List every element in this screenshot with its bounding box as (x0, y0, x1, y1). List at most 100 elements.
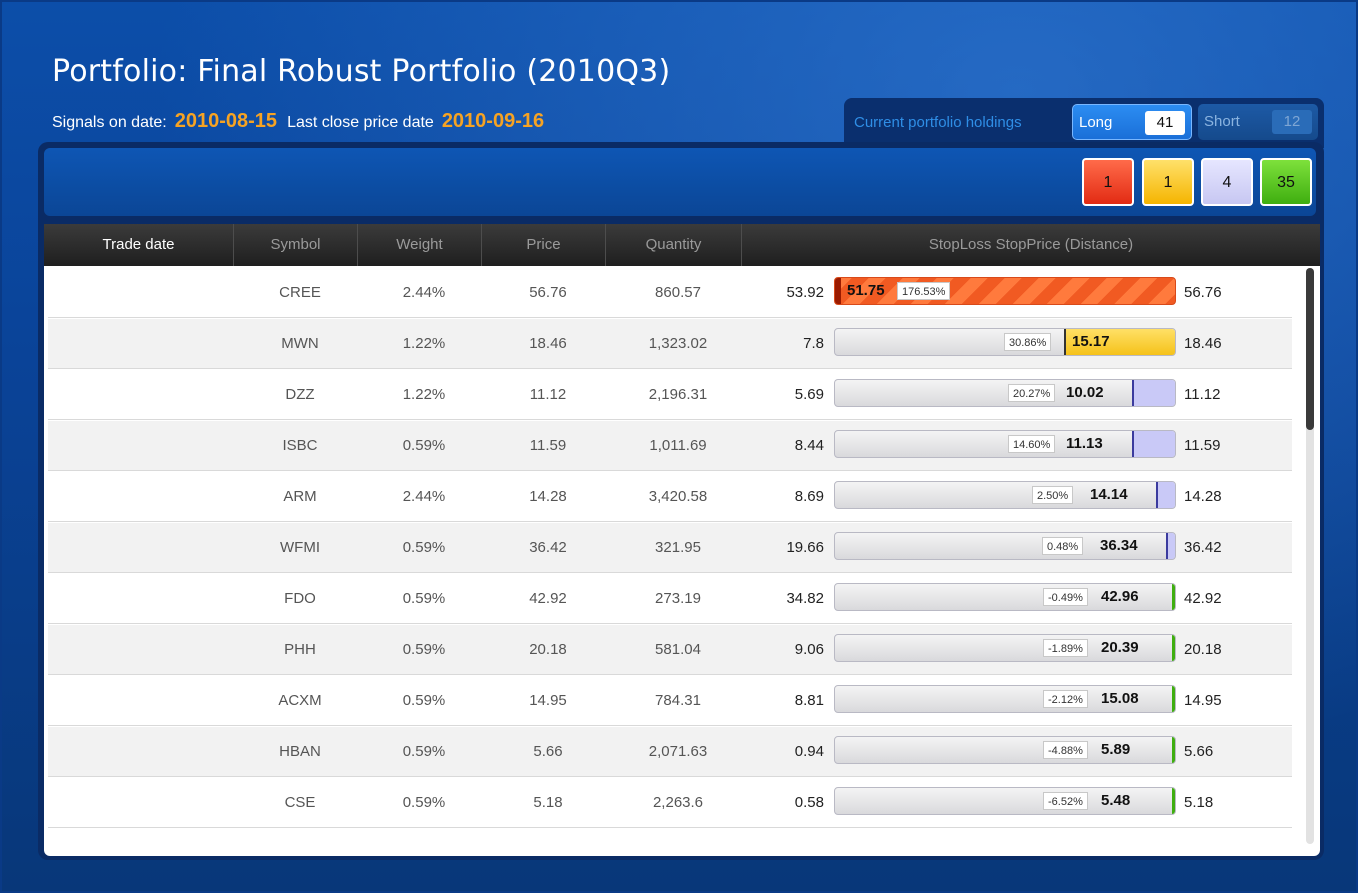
symbol-cell: ACXM (278, 692, 322, 709)
column-header-trade-date[interactable]: Trade date (44, 224, 234, 266)
column-header-stoploss[interactable]: StopLoss StopPrice (Distance) (742, 224, 1320, 266)
price-cell: 20.18 (529, 641, 567, 658)
price-cell: 14.95 (529, 692, 567, 709)
current-price-cell: 20.18 (1184, 641, 1222, 658)
last-close-date: 2010-09-16 (441, 110, 545, 132)
distance-percent: 30.86% (1004, 333, 1052, 351)
stop-fill (1172, 635, 1175, 661)
stop-distance-bar: -1.89% 20.39 (834, 634, 1176, 662)
quantity-cell: 1,011.69 (649, 437, 707, 454)
column-header-price[interactable]: Price (482, 224, 606, 266)
filter-red-button[interactable]: 1 (1082, 158, 1134, 206)
symbol-cell: HBAN (279, 743, 321, 760)
table-row[interactable]: HBAN 0.59% 5.66 2,071.63 0.94 5.66 -4.88% 5.89 (48, 727, 1292, 777)
signals-date: 2010-08-15 (174, 110, 278, 132)
stoploss-cell: 0.94 (794, 743, 824, 760)
holdings-label: Current portfolio holdings (854, 114, 1022, 131)
current-price-cell: 36.42 (1184, 539, 1222, 556)
stop-fill (1172, 737, 1175, 763)
table-row[interactable]: ISBC 0.59% 11.59 1,011.69 8.44 11.59 14.60% 11.… (48, 421, 1292, 471)
distance-percent: 14.60% (1008, 435, 1056, 453)
quantity-cell: 2,263.6 (652, 794, 704, 811)
stop-distance-bar: 0.48% 36.34 (834, 532, 1176, 560)
symbol-cell: MWN (281, 335, 319, 352)
stop-distance-bar: -0.49% 42.96 (834, 583, 1176, 611)
stop-distance-bar: 2.50% 14.14 (834, 481, 1176, 509)
distance-percent: -1.89% (1043, 639, 1088, 657)
tab-short[interactable]: Short 12 (1198, 104, 1318, 140)
stop-price-value: 42.96 (1101, 588, 1139, 605)
stop-marker (835, 278, 841, 304)
stop-fill (1172, 686, 1175, 712)
stop-price-value: 14.14 (1090, 486, 1128, 503)
stop-price-value: 15.17 (1072, 333, 1110, 350)
distance-percent: -4.88% (1043, 741, 1088, 759)
table-row[interactable]: MWN 1.22% 18.46 1,323.02 7.8 18.46 30.86% 15.17 (48, 319, 1292, 369)
stop-distance-bar: 30.86% 15.17 (834, 328, 1176, 356)
current-price-cell: 14.28 (1184, 488, 1222, 505)
table-row[interactable]: DZZ 1.22% 11.12 2,196.31 5.69 11.12 20.27% 10.0… (48, 370, 1292, 420)
stop-fill (1132, 431, 1175, 457)
stop-price-value: 5.89 (1101, 741, 1131, 758)
symbol-cell: FDO (284, 590, 316, 607)
stop-distance-bar: -6.52% 5.48 (834, 787, 1176, 815)
stop-price-value: 11.13 (1066, 435, 1103, 452)
current-price-cell: 42.92 (1184, 590, 1222, 607)
filter-lavender-button[interactable]: 4 (1201, 158, 1253, 206)
table-row[interactable]: CSE 0.59% 5.18 2,263.6 0.58 5.18 -6.52% 5.48 (48, 778, 1292, 828)
stoploss-cell: 8.44 (794, 437, 824, 454)
quantity-cell: 3,420.58 (648, 488, 708, 505)
column-header-quantity[interactable]: Quantity (606, 224, 742, 266)
weight-cell: 1.22% (402, 335, 446, 352)
price-cell: 5.18 (533, 794, 563, 811)
stop-distance-bar: -2.12% 15.08 (834, 685, 1176, 713)
weight-cell: 0.59% (402, 794, 446, 811)
short-count-badge: 12 (1272, 110, 1312, 134)
table-row[interactable]: CREE 2.44% 56.76 860.57 53.92 56.76 176.53% 51.… (48, 268, 1292, 318)
weight-cell: 0.59% (402, 590, 446, 607)
price-cell: 56.76 (529, 284, 567, 301)
filter-yellow-button[interactable]: 1 (1142, 158, 1194, 206)
page-title: Portfolio: Final Robust Portfolio (2010Q… (52, 54, 671, 89)
weight-cell: 2.44% (402, 284, 446, 301)
symbol-cell: PHH (284, 641, 316, 658)
column-header-weight[interactable]: Weight (358, 224, 482, 266)
quantity-cell: 2,196.31 (648, 386, 708, 403)
stop-price-value: 10.02 (1066, 384, 1104, 401)
table-row[interactable]: FDO 0.59% 42.92 273.19 34.82 42.92 -0.49% 42.96 (48, 574, 1292, 624)
stoploss-cell: 8.69 (794, 488, 824, 505)
symbol-cell: ARM (283, 488, 317, 505)
price-cell: 42.92 (529, 590, 567, 607)
last-close-label: Last close price date (287, 114, 434, 131)
stoploss-cell: 9.06 (794, 641, 824, 658)
filter-green-button[interactable]: 35 (1260, 158, 1312, 206)
table-row[interactable]: ARM 2.44% 14.28 3,420.58 8.69 14.28 2.50% 14.14 (48, 472, 1292, 522)
stop-fill (1132, 380, 1175, 406)
table-row[interactable]: ACXM 0.59% 14.95 784.31 8.81 14.95 -2.12% 15.08 (48, 676, 1292, 726)
stop-distance-bar: 14.60% 11.13 (834, 430, 1176, 458)
symbol-cell: CREE (279, 284, 321, 301)
current-price-cell: 18.46 (1184, 335, 1222, 352)
distance-percent: -2.12% (1043, 690, 1088, 708)
tab-short-label: Short (1204, 113, 1240, 130)
stop-distance-bar: 176.53% 51.75 (834, 277, 1176, 305)
holdings-table: Trade date Symbol Weight Price Quantity … (44, 224, 1320, 856)
stoploss-cell: 0.58 (794, 794, 824, 811)
stop-fill (1172, 584, 1175, 610)
price-cell: 5.66 (533, 743, 563, 760)
tab-long[interactable]: Long 41 (1072, 104, 1192, 140)
stoploss-cell: 7.8 (803, 335, 824, 352)
stop-distance-bar: -4.88% 5.89 (834, 736, 1176, 764)
stop-price-value: 51.75 (847, 282, 885, 299)
long-count-badge: 41 (1145, 111, 1185, 135)
table-row[interactable]: PHH 0.59% 20.18 581.04 9.06 20.18 -1.89% 20.39 (48, 625, 1292, 675)
scrollbar-thumb[interactable] (1306, 268, 1314, 430)
stop-price-value: 20.39 (1101, 639, 1139, 656)
stop-price-value: 15.08 (1101, 690, 1139, 707)
weight-cell: 1.22% (402, 386, 446, 403)
weight-cell: 0.59% (402, 692, 446, 709)
stoploss-cell: 19.66 (786, 539, 824, 556)
stop-distance-bar: 20.27% 10.02 (834, 379, 1176, 407)
column-header-symbol[interactable]: Symbol (234, 224, 358, 266)
table-row[interactable]: WFMI 0.59% 36.42 321.95 19.66 36.42 0.48% 36.34 (48, 523, 1292, 573)
